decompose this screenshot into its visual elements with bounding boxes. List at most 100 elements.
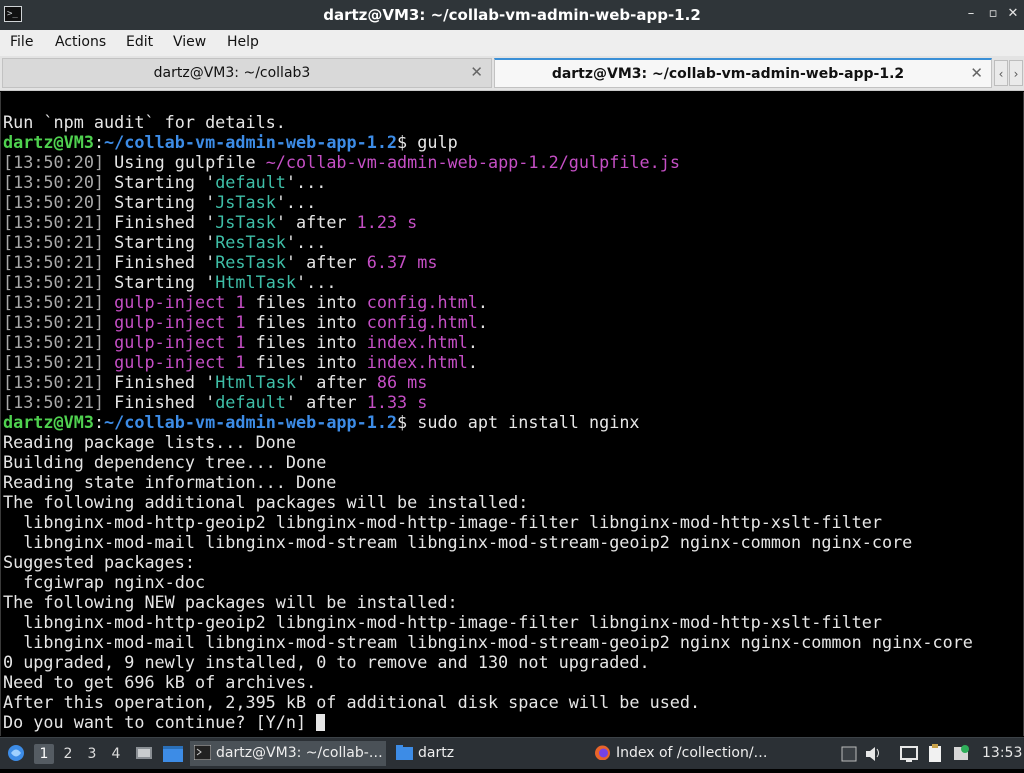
terminal-text-segment: [13:50:20]	[3, 172, 105, 192]
terminal-text-segment: :	[93, 412, 105, 432]
terminal-text-segment: ResTask	[215, 252, 286, 272]
tab-admin-web-app[interactable]: dartz@VM3: ~/collab-vm-admin-web-app-1.2…	[494, 58, 992, 88]
terminal-text-segment: Reading state information... Done	[3, 472, 337, 492]
terminal-text-segment: files into	[245, 332, 367, 352]
tab-close-icon[interactable]: ✕	[470, 63, 483, 81]
show-desktop-button[interactable]	[133, 738, 155, 769]
volume-button[interactable]	[862, 738, 884, 769]
close-window-button[interactable]: ✕	[1004, 5, 1022, 23]
terminal-line: [13:50:21] gulp-inject 1 files into inde…	[3, 332, 478, 352]
terminal-text-segment: Starting '	[104, 272, 216, 292]
terminal-icon	[194, 745, 211, 760]
applet-button[interactable]	[838, 738, 860, 769]
window-icon	[163, 746, 183, 762]
terminal-text-segment: .	[477, 292, 489, 312]
workspace-1[interactable]: 1	[34, 744, 54, 764]
terminal-text-segment: ~/collab-vm-admin-web-app-1.2/gulpfile.j…	[265, 152, 680, 172]
terminal-line: Suggested packages:	[3, 552, 195, 572]
terminal-text-segment: 6.37 ms	[366, 252, 438, 272]
terminal-text-segment: index.html	[366, 352, 468, 372]
terminal-text-segment: JsTask	[215, 192, 276, 212]
clock[interactable]: 13:53	[982, 738, 1022, 769]
taskbar-task-folder[interactable]: dartz	[392, 741, 482, 766]
terminal-text-segment: Do you want to continue? [Y/n]	[3, 712, 317, 732]
terminal-text-segment: '...	[296, 272, 337, 292]
terminal-text-segment: Run `npm audit` for details.	[3, 112, 286, 132]
terminal-text-segment: fcgiwrap nginx-doc	[3, 572, 206, 592]
task-label: dartz@VM3: ~/collab-…	[216, 745, 383, 761]
volume-icon	[866, 747, 879, 761]
terminal-text-segment: [13:50:21]	[3, 252, 105, 272]
terminal-text-segment: dartz@VM3	[3, 412, 94, 432]
task-label: Index of /collection/…	[616, 745, 768, 761]
terminal-line: [13:50:21] gulp-inject 1 files into conf…	[3, 312, 488, 332]
terminal-text-segment: dartz@VM3	[3, 132, 94, 152]
terminal-text-segment: Using gulpfile	[104, 152, 266, 172]
terminal-line: Reading state information... Done	[3, 472, 336, 492]
menu-file[interactable]: File	[10, 34, 33, 50]
start-menu-button[interactable]	[4, 738, 28, 769]
terminal-text-segment: ' after	[275, 212, 357, 232]
terminal-line: [13:50:21] Starting 'HtmlTask'...	[3, 272, 336, 292]
applet-icon	[841, 746, 857, 762]
menu-view[interactable]: View	[173, 34, 206, 50]
update-notifier-button[interactable]	[950, 738, 972, 769]
terminal-text-segment: libnginx-mod-http-geoip2 libnginx-mod-ht…	[3, 512, 882, 532]
terminal-text-segment: 1	[235, 352, 246, 372]
window-switch-button[interactable]	[160, 738, 186, 769]
menu-help[interactable]: Help	[227, 34, 259, 50]
terminal-text-segment: [13:50:21]	[3, 372, 105, 392]
minimize-button[interactable]: –	[962, 5, 980, 23]
terminal-text-segment: gulp-inject	[114, 312, 226, 332]
terminal-line: The following NEW packages will be insta…	[3, 592, 458, 612]
maximize-button[interactable]: ▫	[984, 5, 1002, 23]
terminal-cursor	[316, 714, 326, 731]
terminal-text-segment: 13:50:20	[13, 152, 94, 172]
terminal-text-segment: Starting '	[104, 232, 216, 252]
terminal-text-segment: JsTask	[215, 212, 276, 232]
terminal-text-segment: [13:50:21]	[3, 292, 105, 312]
terminal-text-segment: .	[477, 312, 489, 332]
terminal-text-segment: libnginx-mod-mail libnginx-mod-stream li…	[3, 632, 973, 652]
terminal-text-segment: files into	[245, 352, 367, 372]
terminal-text-segment: Need to get 696 kB of archives.	[3, 672, 317, 692]
terminal-text-segment: $ sudo apt install nginx	[397, 412, 640, 432]
taskbar-task-terminal[interactable]: dartz@VM3: ~/collab-…	[190, 741, 386, 766]
terminal-text-segment: 1.33 s	[366, 392, 428, 412]
terminal-text-segment: ' after	[285, 252, 367, 272]
terminal-text-segment: Finished '	[104, 252, 216, 272]
terminal-line: Run `npm audit` for details.	[3, 112, 286, 132]
tab-scroll-right-button[interactable]: ›	[1009, 60, 1023, 86]
tab-close-icon[interactable]: ✕	[970, 64, 983, 82]
menu-edit[interactable]: Edit	[126, 34, 153, 50]
terminal-text-segment: ' after	[285, 392, 367, 412]
terminal-text-segment: Starting '	[104, 172, 216, 192]
terminal-view[interactable]: Run `npm audit` for details. dartz@VM3: ~…	[0, 92, 1024, 736]
workspace-3[interactable]: 3	[82, 744, 102, 764]
clipboard-icon	[929, 744, 941, 762]
workspace-4[interactable]: 4	[106, 744, 126, 764]
menu-bar: File Actions Edit View Help	[0, 30, 1024, 57]
taskbar-task-firefox[interactable]: Index of /collection/…	[590, 741, 786, 766]
terminal-text-segment: .	[467, 352, 478, 372]
desktop-icon	[136, 747, 152, 759]
terminal-line: The following additional packages will b…	[3, 492, 528, 512]
terminal-text-segment: config.html	[366, 292, 478, 312]
workspace-2[interactable]: 2	[58, 744, 78, 764]
tab-scroll-left-button[interactable]: ‹	[994, 60, 1008, 86]
terminal-text-segment: Starting '	[104, 192, 216, 212]
clipboard-button[interactable]	[924, 738, 946, 769]
terminal-text-segment: Reading package lists... Done	[3, 432, 296, 452]
tab-collab3[interactable]: dartz@VM3: ~/collab3 ✕	[2, 58, 492, 88]
terminal-text-segment: config.html	[366, 312, 478, 332]
window-title-bar[interactable]: >_ dartz@VM3: ~/collab-vm-admin-web-app-…	[0, 0, 1024, 30]
terminal-line: [13:50:21] gulp-inject 1 files into conf…	[3, 292, 488, 312]
menu-actions[interactable]: Actions	[55, 34, 106, 50]
tab-bar: dartz@VM3: ~/collab3 ✕ dartz@VM3: ~/coll…	[0, 56, 1024, 91]
network-button[interactable]	[898, 738, 920, 769]
terminal-output: Run `npm audit` for details. dartz@VM3: ~…	[3, 112, 973, 732]
